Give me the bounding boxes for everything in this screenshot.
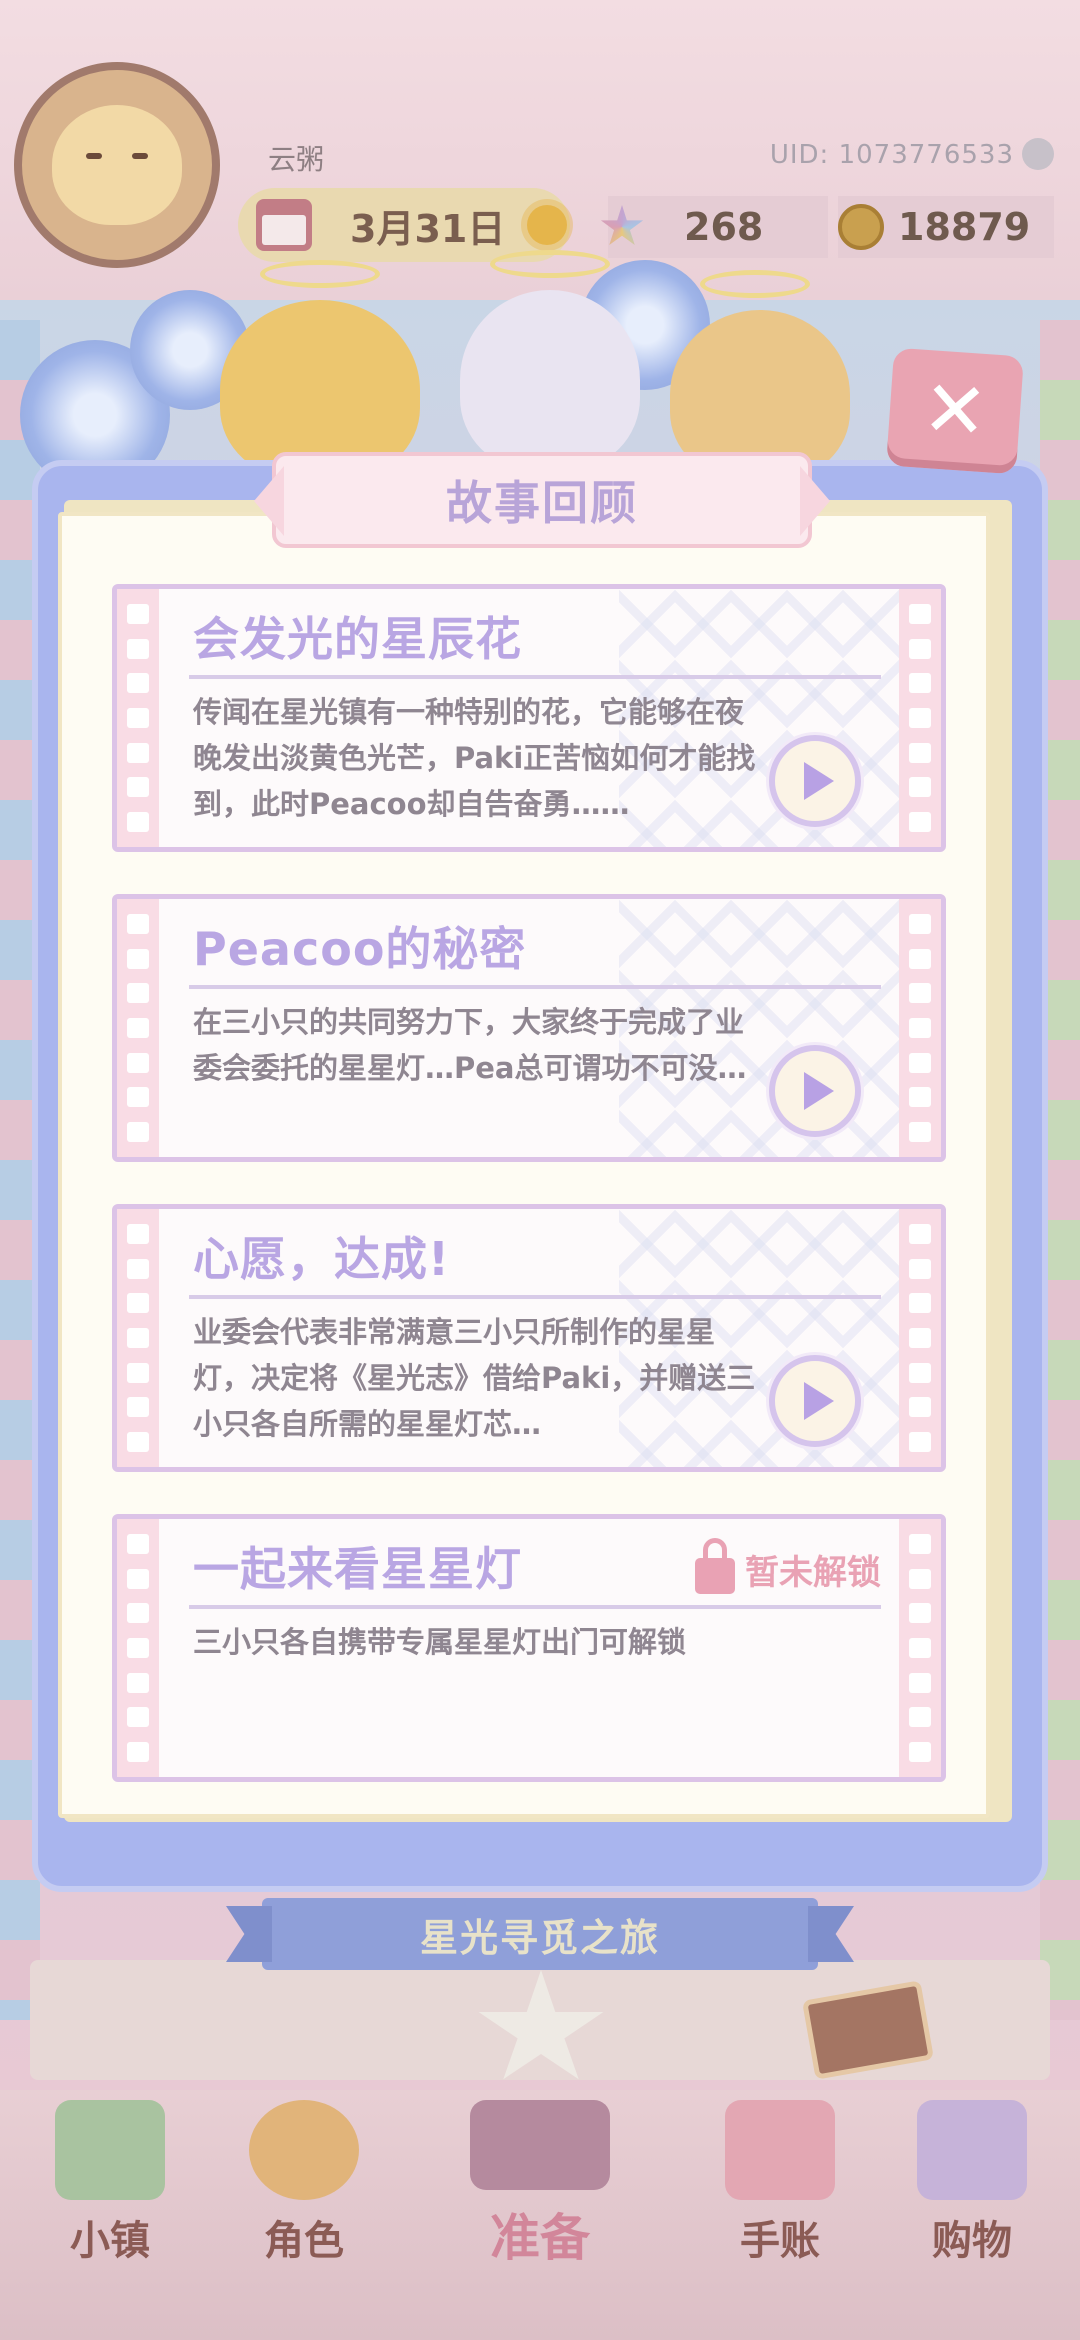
story-divider xyxy=(189,1295,881,1299)
story-card[interactable]: Peacoo的秘密 在三小只的共同努力下，大家终于完成了业委会委托的星星灯…Pe… xyxy=(112,894,946,1162)
story-card-locked: 一起来看星星灯 暂未解锁 三小只各自携带专属星星灯出门可解锁 xyxy=(112,1514,946,1782)
dialog-title: 故事回顾 xyxy=(446,476,638,530)
story-divider xyxy=(189,1605,881,1609)
story-description: 传闻在星光镇有一种特别的花，它能够在夜晚发出淡黄色光芒，Paki正苦恼如何才能找… xyxy=(193,695,756,821)
coin-count: 18879 xyxy=(898,205,1031,249)
story-divider xyxy=(189,985,881,989)
unlock-condition: 三小只各自携带专属星星灯出门可解锁 xyxy=(193,1625,687,1659)
halo-icon xyxy=(700,270,810,298)
film-strip-left xyxy=(117,899,159,1157)
date-label: 3月31日 xyxy=(350,206,506,251)
nav-item-journal[interactable]: 手账 xyxy=(700,2100,860,2270)
play-story-button[interactable] xyxy=(769,1355,861,1447)
nav-item-shop[interactable]: 购物 xyxy=(892,2100,1052,2270)
gold-coin-icon xyxy=(838,204,884,250)
film-strip-right xyxy=(899,1209,941,1467)
locked-indicator: 暂未解锁 xyxy=(695,1537,881,1594)
nav-item-town[interactable]: 小镇 xyxy=(30,2100,190,2270)
play-story-button[interactable] xyxy=(769,1045,861,1137)
play-story-button[interactable] xyxy=(769,735,861,827)
town-icon xyxy=(55,2100,165,2200)
padlock-icon xyxy=(695,1537,735,1594)
close-icon: ✕ xyxy=(919,363,991,459)
player-avatar[interactable] xyxy=(14,62,220,268)
nav-item-prepare[interactable]: 准备 xyxy=(460,2100,620,2270)
halo-icon xyxy=(260,260,380,288)
sun-weather-icon xyxy=(527,205,568,245)
story-card[interactable]: 心愿，达成! 业委会代表非常满意三小只所制作的星星灯，决定将《星光志》借给Pak… xyxy=(112,1204,946,1472)
coin-currency[interactable]: 18879 xyxy=(838,196,1054,258)
lock-label: 暂未解锁 xyxy=(745,1553,881,1593)
story-description: 业委会代表非常满意三小只所制作的星星灯，决定将《星光志》借给Paki，并赠送三小… xyxy=(193,1315,756,1441)
star-currency[interactable]: 268 xyxy=(600,196,828,258)
film-strip-right xyxy=(899,1519,941,1777)
story-title: 心愿，达成! xyxy=(193,1232,450,1286)
copy-uid-icon[interactable] xyxy=(1022,138,1054,170)
hamster-avatar-icon xyxy=(52,105,182,225)
story-card[interactable]: 会发光的星辰花 传闻在星光镇有一种特别的花，它能够在夜晚发出淡黄色光芒，Paki… xyxy=(112,584,946,852)
silver-character-icon xyxy=(460,290,640,470)
nav-label: 角色 xyxy=(264,2218,344,2264)
nav-item-character[interactable]: 角色 xyxy=(224,2100,384,2270)
close-button[interactable]: ✕ xyxy=(886,347,1024,475)
nav-label: 小镇 xyxy=(70,2218,150,2264)
player-uid: UID: 1073776533 xyxy=(769,140,1014,170)
story-description: 在三小只的共同努力下，大家终于完成了业委会委托的星星灯…Pea总可谓功不可没… xyxy=(193,1005,747,1085)
journey-banner[interactable]: 星光寻觅之旅 xyxy=(262,1898,818,1970)
story-title: Peacoo的秘密 xyxy=(193,922,527,976)
player-name: 云粥 xyxy=(268,143,325,176)
journey-banner-label: 星光寻觅之旅 xyxy=(419,1915,660,1960)
dialog-title-ribbon: 故事回顾 xyxy=(272,452,812,548)
star-count: 268 xyxy=(684,205,764,249)
story-title: 会发光的星辰花 xyxy=(193,612,522,666)
character-icon xyxy=(249,2100,359,2200)
nav-label: 手账 xyxy=(740,2218,820,2264)
story-title: 一起来看星星灯 xyxy=(193,1542,522,1596)
calendar-icon xyxy=(256,199,312,251)
film-strip-left xyxy=(117,589,159,847)
shop-icon xyxy=(917,2100,1027,2200)
nav-label: 购物 xyxy=(932,2218,1012,2264)
film-strip-left xyxy=(117,1209,159,1467)
film-strip-right xyxy=(899,899,941,1157)
journal-icon xyxy=(725,2100,835,2200)
film-strip-right xyxy=(899,589,941,847)
film-strip-left xyxy=(117,1519,159,1777)
nav-label: 准备 xyxy=(490,2209,590,2267)
story-divider xyxy=(189,675,881,679)
halo-icon xyxy=(490,250,610,278)
prepare-icon xyxy=(470,2100,610,2190)
